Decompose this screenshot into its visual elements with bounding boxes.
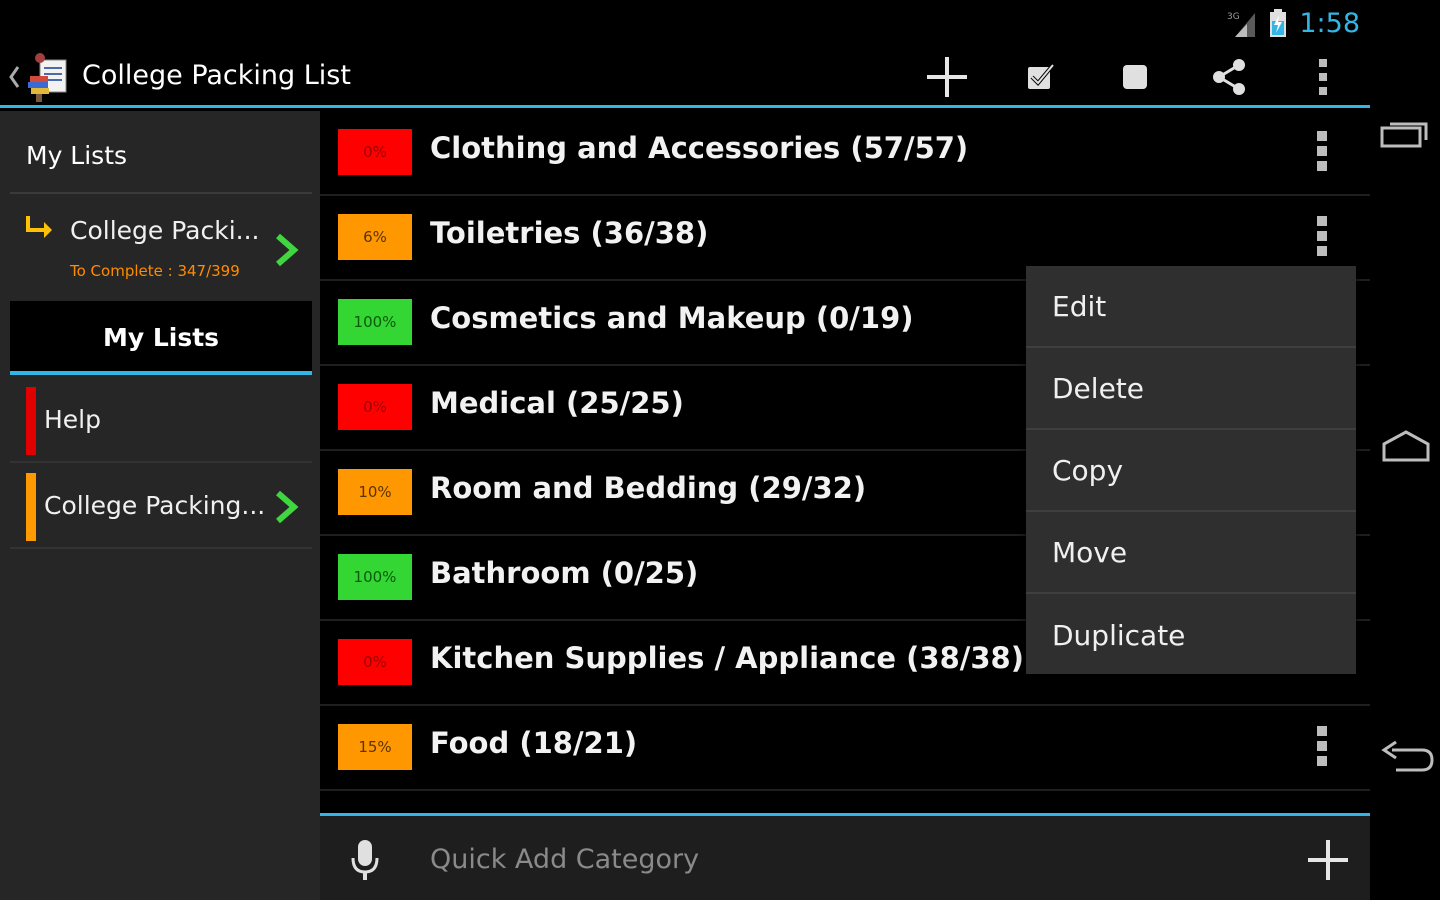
up-caret-icon[interactable]	[8, 64, 20, 90]
chevron-right-icon[interactable]	[272, 489, 302, 525]
signal-icon: 3G	[1227, 9, 1257, 37]
color-bar	[26, 387, 36, 455]
quick-add-bar	[320, 813, 1370, 900]
app-logo-icon[interactable]	[26, 52, 72, 102]
progress-badge: 15%	[338, 724, 412, 770]
back-icon[interactable]	[1378, 738, 1434, 778]
row-overflow-icon[interactable]	[1316, 216, 1328, 256]
menu-item-move[interactable]: Move	[1026, 512, 1356, 594]
color-bar	[26, 473, 36, 541]
progress-badge: 0%	[338, 129, 412, 175]
menu-item-edit[interactable]: Edit	[1026, 266, 1356, 348]
sidebar-header-label: My Lists	[26, 141, 128, 170]
sidebar-tab-my-lists[interactable]: My Lists	[10, 301, 312, 375]
progress-badge: 100%	[338, 554, 412, 600]
return-arrow-icon	[24, 216, 54, 242]
sidebar-tab-label: My Lists	[102, 323, 220, 352]
menu-item-copy[interactable]: Copy	[1026, 430, 1356, 512]
category-label: Clothing and Accessories (57/57)	[430, 131, 969, 165]
category-row[interactable]: 0% Clothing and Accessories (57/57)	[320, 111, 1370, 196]
quick-add-button[interactable]	[1308, 840, 1348, 880]
sidebar-item-help[interactable]: Help	[10, 379, 312, 463]
category-label: Food (18/21)	[430, 726, 638, 760]
menu-item-duplicate[interactable]: Duplicate	[1026, 594, 1356, 676]
battery-icon	[1269, 9, 1287, 37]
action-bar-buttons	[900, 46, 1370, 108]
category-row[interactable]: 15% Food (18/21)	[320, 706, 1370, 791]
category-label: Cosmetics and Makeup (0/19)	[430, 301, 914, 335]
system-nav-bar	[1370, 0, 1440, 900]
context-menu: Edit Delete Copy Move Duplicate	[1026, 266, 1356, 674]
clock: 1:58	[1299, 7, 1360, 39]
sidebar-item-label: College Packing...	[44, 491, 266, 520]
chevron-right-icon[interactable]	[272, 232, 302, 268]
progress-badge: 0%	[338, 639, 412, 685]
current-list-name: College Packi...	[70, 216, 260, 245]
network-type-label: 3G	[1227, 12, 1240, 22]
sidebar-current-list[interactable]: College Packi... To Complete : 347/399	[10, 196, 312, 301]
app-title: College Packing List	[82, 60, 351, 91]
recent-apps-icon[interactable]	[1378, 116, 1434, 156]
sidebar-header: My Lists	[10, 111, 312, 194]
home-icon[interactable]	[1378, 426, 1434, 466]
check-all-button[interactable]	[994, 46, 1088, 108]
overflow-menu-button[interactable]	[1276, 46, 1370, 108]
category-label: Kitchen Supplies / Appliance (38/38)	[430, 641, 1024, 675]
category-label: Toiletries (36/38)	[430, 216, 709, 250]
uncheck-all-button[interactable]	[1088, 46, 1182, 108]
action-bar: College Packing List	[0, 46, 1370, 108]
sidebar-item-label: Help	[44, 405, 101, 434]
quick-add-input[interactable]	[430, 834, 1130, 884]
row-overflow-icon[interactable]	[1316, 131, 1328, 171]
sidebar: My Lists College Packi... To Complete : …	[0, 111, 320, 900]
checkbox-icon	[1028, 63, 1055, 89]
add-button[interactable]	[900, 46, 994, 108]
progress-badge: 6%	[338, 214, 412, 260]
microphone-icon[interactable]	[350, 840, 380, 882]
share-icon	[1213, 59, 1245, 95]
sidebar-item-college-packing[interactable]: College Packing...	[10, 465, 312, 549]
category-label: Bathroom (0/25)	[430, 556, 699, 590]
menu-item-delete[interactable]: Delete	[1026, 348, 1356, 430]
status-bar: 3G 1:58	[0, 0, 1370, 46]
square-icon	[1123, 65, 1147, 89]
share-button[interactable]	[1182, 46, 1276, 108]
category-label: Medical (25/25)	[430, 386, 684, 420]
progress-badge: 0%	[338, 384, 412, 430]
progress-badge: 10%	[338, 469, 412, 515]
status-indicators: 3G 1:58	[1227, 6, 1360, 40]
progress-badge: 100%	[338, 299, 412, 345]
current-list-progress: To Complete : 347/399	[70, 262, 240, 280]
overflow-icon	[1319, 59, 1327, 95]
category-label: Room and Bedding (29/32)	[430, 471, 867, 505]
add-icon	[927, 57, 967, 97]
row-overflow-icon[interactable]	[1316, 726, 1328, 766]
